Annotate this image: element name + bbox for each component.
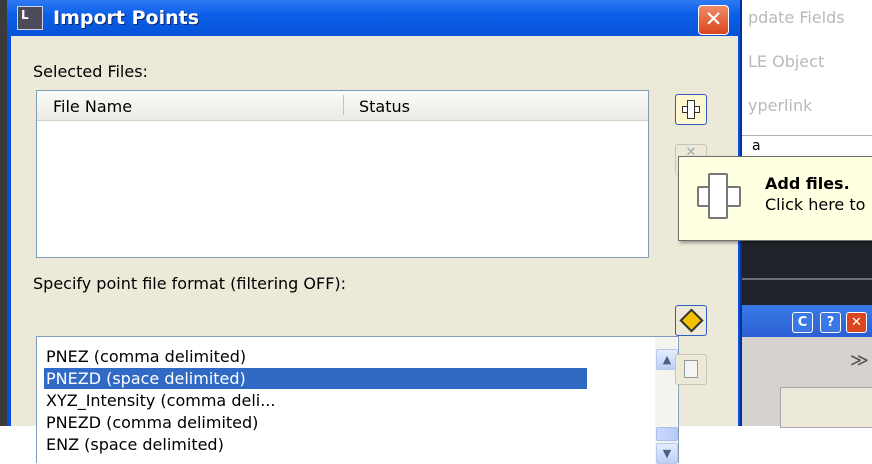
close-icon: ✕	[704, 7, 723, 31]
palette-titlebar: C ? ✕	[740, 305, 872, 337]
chevron-down-icon[interactable]: ≫	[850, 350, 869, 371]
edit-format-button[interactable]	[675, 305, 707, 336]
new-format-button[interactable]	[675, 354, 707, 385]
dialog-titlebar[interactable]: L Import Points ✕	[7, 0, 740, 36]
left-window-edge	[0, 0, 7, 426]
dialog-body: Selected Files: File Name Status ✕ Speci…	[11, 36, 738, 464]
palette-close-button[interactable]: ✕	[846, 312, 867, 333]
dialog-title: Import Points	[53, 7, 199, 29]
list-header: File Name Status	[37, 91, 648, 121]
background-row-text: a	[752, 138, 761, 154]
list-item[interactable]: ENZ (space delimited)	[46, 434, 224, 455]
list-item[interactable]: XYZ_Intensity (comma deli...	[46, 390, 275, 411]
add-files-button[interactable]	[675, 94, 707, 125]
list-item-selected[interactable]: PNEZD (space delimited)	[44, 368, 587, 389]
list-item[interactable]: PNEZD (comma delimited)	[46, 412, 258, 433]
menu-item-ole-object[interactable]: LE Object	[748, 52, 824, 71]
menu-item-hyperlink[interactable]: yperlink	[748, 96, 812, 115]
column-divider[interactable]	[343, 95, 344, 115]
column-status[interactable]: Status	[359, 97, 410, 116]
tooltip-description: Click here to	[765, 195, 866, 214]
palette-refresh-button[interactable]: C	[792, 312, 813, 333]
list-item[interactable]: PNEZ (comma delimited)	[46, 346, 246, 367]
scroll-thumb[interactable]	[656, 427, 678, 441]
palette-content	[780, 387, 872, 428]
scroll-down-button[interactable]: ▼	[656, 443, 678, 464]
format-label: Specify point file format (filtering OFF…	[33, 274, 347, 293]
selected-files-list[interactable]: File Name Status	[36, 90, 649, 258]
selected-files-label: Selected Files:	[33, 62, 148, 81]
format-list-scrollbar[interactable]: ▲ ▼	[655, 337, 678, 464]
app-icon: L	[17, 6, 43, 30]
point-format-list[interactable]: PNEZ (comma delimited) PNEZD (space deli…	[36, 336, 679, 464]
tooltip-title: Add files.	[765, 174, 850, 193]
document-icon	[684, 360, 698, 378]
close-button[interactable]: ✕	[698, 5, 729, 35]
palette-help-button[interactable]: ?	[820, 312, 841, 333]
column-file-name[interactable]: File Name	[53, 97, 132, 116]
menu-item-update-fields[interactable]: pdate Fields	[748, 8, 845, 27]
background-palette: C ? ✕ ≫	[740, 305, 872, 428]
edit-format-icon	[679, 308, 704, 333]
add-files-tooltip: Add files. Click here to	[678, 156, 872, 241]
import-points-dialog: L Import Points ✕ Selected Files: File N…	[7, 0, 742, 464]
